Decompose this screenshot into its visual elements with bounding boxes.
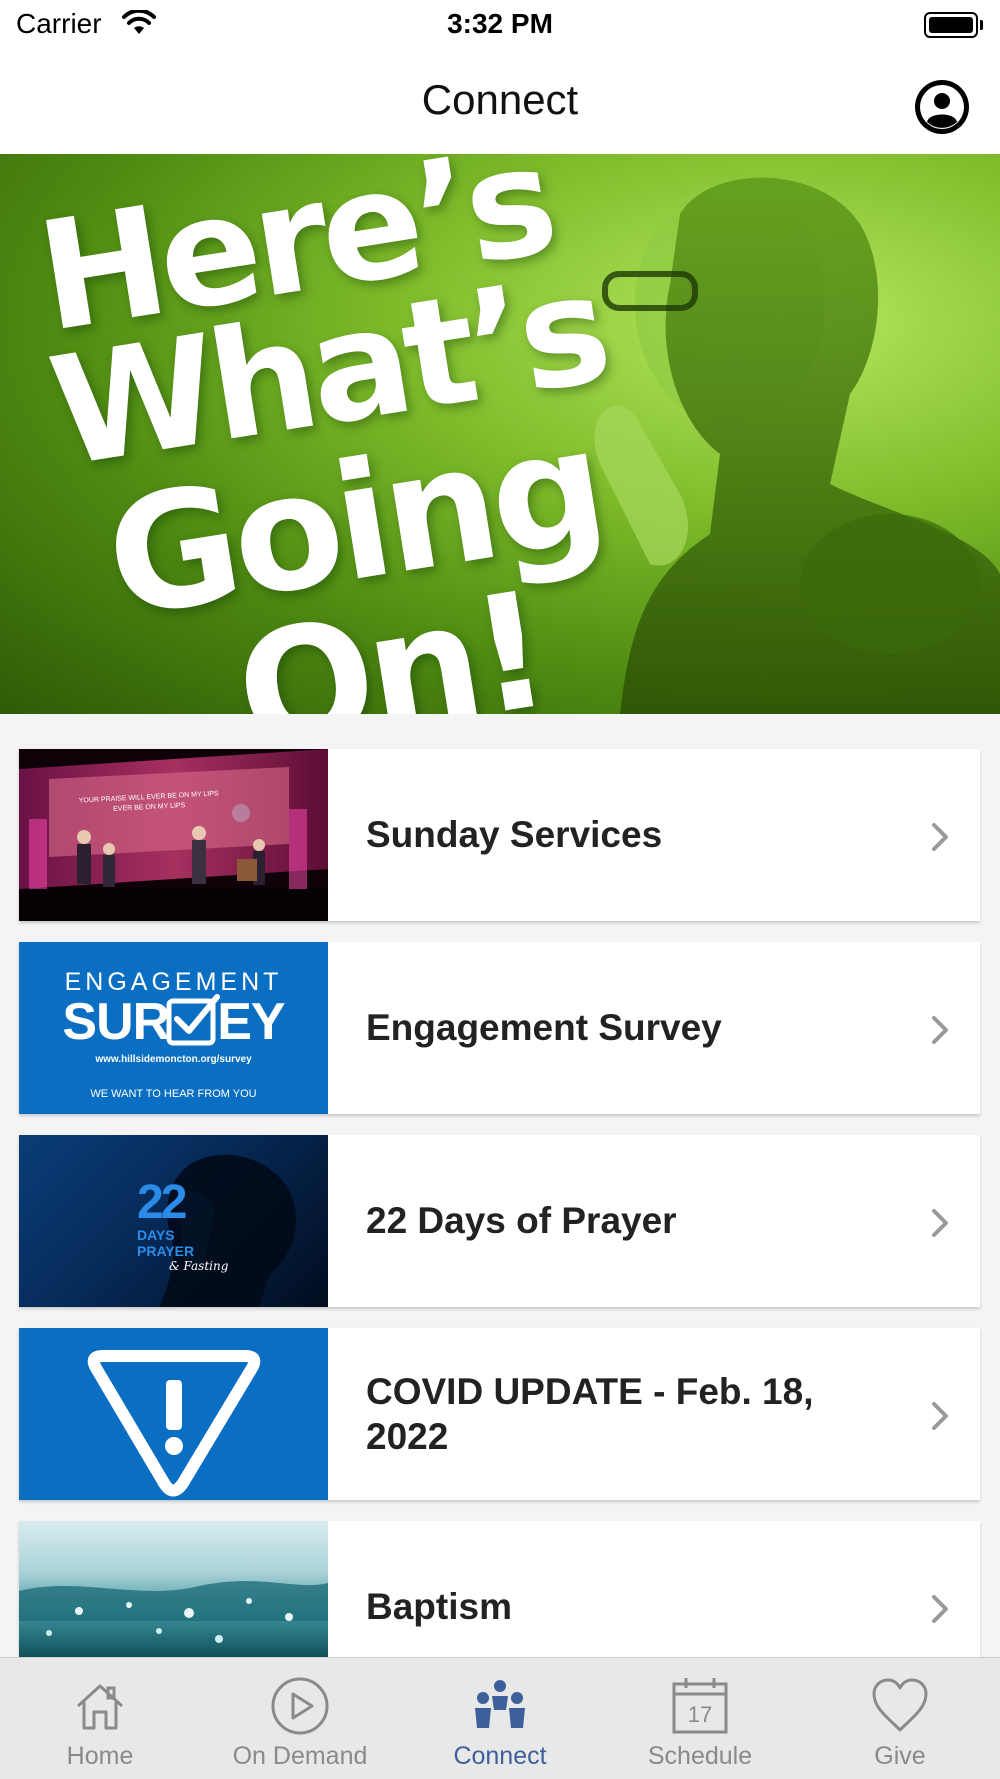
status-time: 3:32 PM <box>447 8 553 39</box>
prayer-thumbnail: 22 DAYS PRAYER & Fasting <box>19 1135 328 1307</box>
hero-banner[interactable]: Here’s What’s Going On! <box>0 154 1000 714</box>
tab-label: On Demand <box>232 1742 368 1770</box>
list-item-22-days-of-prayer[interactable]: 22 DAYS PRAYER & Fasting 22 Days of Pray… <box>19 1135 980 1307</box>
warning-triangle-icon <box>87 1350 261 1497</box>
item-title: Sunday Services <box>366 814 663 856</box>
people-icon <box>475 1680 525 1728</box>
profile-icon[interactable] <box>914 79 970 135</box>
item-title: COVID UPDATE - Feb. 18, 2022 <box>366 1370 814 1457</box>
tab-give[interactable]: Give <box>800 1658 1000 1779</box>
tab-on-demand[interactable]: On Demand <box>200 1658 400 1779</box>
calendar-icon: 17 <box>672 1678 728 1734</box>
sunday-services-thumbnail: YOUR PRAISE WILL EVER BE ON MY LIPS EVER… <box>19 749 328 921</box>
tab-label: Schedule <box>647 1742 753 1770</box>
chevron-right-icon <box>932 1595 948 1623</box>
survey-checkbox-icon <box>166 994 221 1047</box>
status-bar: Carrier 3:32 PM <box>0 0 1000 52</box>
heart-icon <box>872 1678 928 1732</box>
prayer-thumb-days: DAYS <box>137 1227 175 1243</box>
item-title: Engagement Survey <box>366 1007 722 1049</box>
survey-thumb-url: www.hillsidemoncton.org/survey <box>95 1054 252 1065</box>
chevron-right-icon <box>932 1402 948 1430</box>
list-item-engagement-survey[interactable]: ENGAGEMENT SUR EY www.hillsidemoncton.or… <box>19 942 980 1114</box>
tab-bar: Home On Demand Connect 17 Schedule Give <box>0 1657 1000 1779</box>
house-icon <box>76 1684 124 1730</box>
tab-schedule[interactable]: 17 Schedule <box>600 1658 800 1779</box>
prayer-thumb-script: & Fasting <box>169 1259 229 1273</box>
engagement-survey-thumbnail: ENGAGEMENT SUR EY www.hillsidemoncton.or… <box>19 942 328 1114</box>
list-item-sunday-services[interactable]: YOUR PRAISE WILL EVER BE ON MY LIPS EVER… <box>19 749 980 921</box>
chevron-right-icon <box>932 1209 948 1237</box>
prayer-thumb-prayer: PRAYER <box>137 1243 195 1259</box>
page-title: Connect <box>421 76 579 123</box>
calendar-day-number: 17 <box>688 1702 712 1727</box>
prayer-thumb-number: 22 <box>137 1176 187 1229</box>
chevron-right-icon <box>932 1016 948 1044</box>
list-item-covid-update[interactable]: COVID UPDATE - Feb. 18, 2022 <box>19 1328 980 1500</box>
tab-label: Give <box>874 1742 926 1770</box>
praying-person-image <box>594 177 1000 714</box>
chevron-right-icon <box>932 823 948 851</box>
play-circle-icon <box>271 1677 329 1735</box>
nav-bar: Connect <box>0 52 1000 154</box>
item-title: 22 Days of Prayer <box>366 1200 677 1242</box>
survey-thumb-word-end: EY <box>217 993 285 1051</box>
tab-label: Connect <box>453 1742 547 1770</box>
tab-connect[interactable]: Connect <box>400 1658 600 1779</box>
battery-icon <box>924 12 983 38</box>
survey-thumb-word-start: SUR <box>62 993 170 1051</box>
survey-thumb-tagline: WE WANT TO HEAR FROM YOU <box>90 1088 257 1100</box>
tab-label: Home <box>66 1742 134 1770</box>
tab-home[interactable]: Home <box>0 1658 200 1779</box>
covid-update-thumbnail <box>19 1328 328 1500</box>
